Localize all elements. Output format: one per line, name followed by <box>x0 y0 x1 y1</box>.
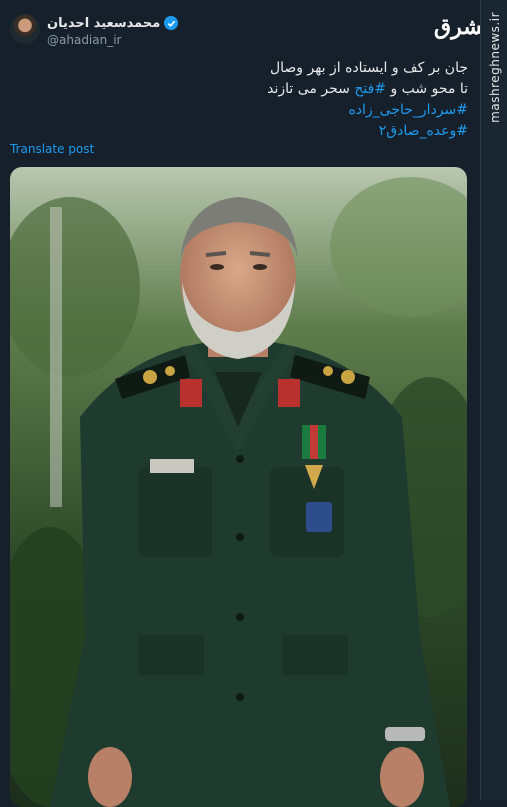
verified-badge-icon <box>164 16 179 30</box>
display-name[interactable]: محمدسعید احدیان <box>47 16 160 31</box>
hashtag-vadeh-sadegh-link[interactable]: #وعده_صادق۲ <box>28 121 468 142</box>
hashtag-fath-link[interactable]: #فتح <box>354 81 386 97</box>
translate-post-link[interactable]: Translate post <box>10 142 94 156</box>
watermark-url: mashreghnews.ir <box>488 12 502 123</box>
tweet: محمدسعید احدیان @ahadian_ir جان بر کف و … <box>0 0 480 807</box>
tweet-line-2-prefix: تا محو شب و <box>386 81 468 97</box>
tweet-line-1: جان بر کف و ایستاده از بهر وصال <box>269 60 468 76</box>
tweet-text: جان بر کف و ایستاده از بهر وصال تا محو ش… <box>28 58 468 142</box>
hashtag-sardar-link[interactable]: #سردار_حاجی_زاده <box>28 100 468 121</box>
tweet-line-2: تا محو شب و #فتح سحر می تازند <box>28 79 468 100</box>
officer-portrait-image <box>10 167 467 807</box>
user-handle[interactable]: @ahadian_ir <box>47 33 122 47</box>
user-avatar[interactable] <box>10 14 40 44</box>
tweet-media-photo[interactable] <box>10 167 467 807</box>
tweet-line-2-suffix: سحر می تازند <box>267 81 355 97</box>
author-name-row: محمدسعید احدیان <box>47 14 179 32</box>
